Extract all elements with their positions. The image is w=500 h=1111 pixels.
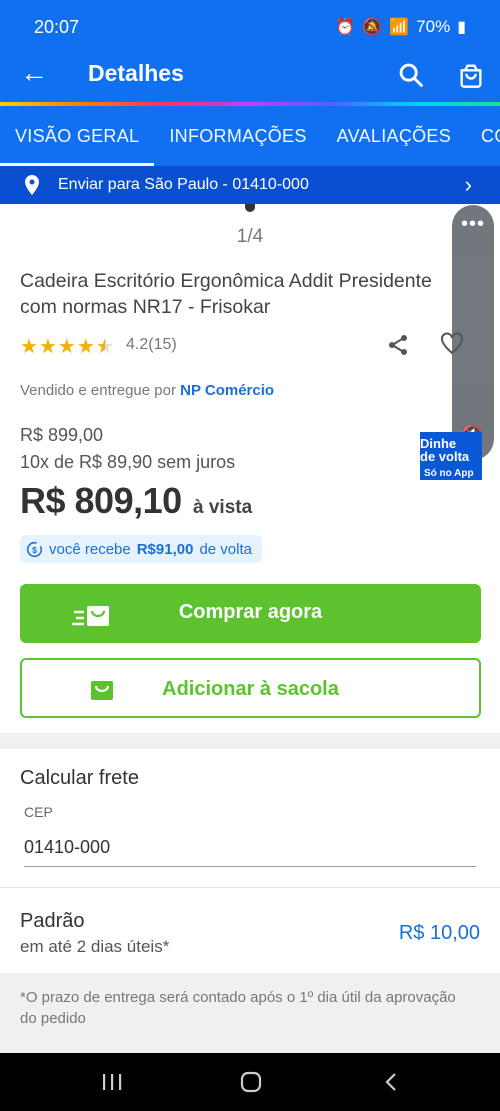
seller-link[interactable]: NP Comércio xyxy=(180,382,274,399)
svg-text:$: $ xyxy=(32,544,37,554)
rating-text[interactable]: 4.2(15) xyxy=(126,336,177,354)
badge-line-3: Só no App xyxy=(424,468,474,479)
section-divider xyxy=(0,733,500,749)
wifi-icon: 📶 xyxy=(389,19,410,36)
shipping-option-deadline: em até 2 dias úteis* xyxy=(20,937,170,956)
tab-informacoes[interactable]: INFORMAÇÕES xyxy=(154,106,321,166)
image-edge xyxy=(245,204,255,212)
tab-comentarios[interactable]: COM xyxy=(466,106,500,166)
battery-icon: ▮ xyxy=(457,19,466,36)
shipping-destination-label: Enviar para São Paulo - 01410-000 xyxy=(58,176,309,193)
more-options-icon[interactable]: ••• xyxy=(452,213,494,236)
badge-line-2: de volta xyxy=(420,449,470,464)
star-icon: ★ xyxy=(57,336,76,358)
cep-input[interactable]: 01410-000 xyxy=(24,837,110,858)
page-title: Detalhes xyxy=(88,60,184,86)
current-price: R$ 809,10 xyxy=(20,480,182,521)
home-icon[interactable] xyxy=(240,1071,262,1093)
cep-input-underline xyxy=(24,866,476,867)
add-to-bag-label: Adicionar à sacola xyxy=(162,678,339,700)
top-bar: 20:07 ⏰ 🔕 📶 70% ▮ ← Detalhes xyxy=(0,0,500,106)
shopping-bag-icon[interactable] xyxy=(457,61,485,89)
product-title: Cadeira Escritório Ergonômica Addit Pres… xyxy=(20,268,465,320)
system-back-icon[interactable] xyxy=(384,1072,398,1092)
app-cashback-badge[interactable]: Dinhe de volta Só no App xyxy=(420,432,482,480)
system-nav-bar xyxy=(0,1053,500,1111)
add-to-bag-button[interactable]: Adicionar à sacola xyxy=(20,658,481,718)
chevron-right-icon: › xyxy=(464,172,472,197)
shipping-option-price: R$ 10,00 xyxy=(398,922,480,944)
cashback-chip: $ você recebe R$91,00 de volta xyxy=(20,535,262,563)
search-icon[interactable] xyxy=(397,61,425,89)
star-icon: ★ xyxy=(76,336,95,358)
gallery-counter: 1/4 xyxy=(236,226,264,247)
star-icon: ★ xyxy=(20,336,38,358)
original-price: R$ 899,00 xyxy=(20,425,104,445)
seller-prefix: Vendido e entregue por xyxy=(20,382,176,399)
buy-now-button[interactable]: Comprar agora xyxy=(20,584,481,643)
location-pin-icon xyxy=(25,175,39,195)
status-time: 20:07 xyxy=(34,17,80,37)
star-icon: ★ xyxy=(38,336,57,358)
seller-info: Vendido e entregue por NP Comércio xyxy=(20,382,274,399)
price-suffix: à vista xyxy=(193,497,253,518)
delivery-note: *O prazo de entrega será contado após o … xyxy=(20,989,456,1027)
alarm-icon: ⏰ xyxy=(335,19,356,36)
battery-level: 70% xyxy=(416,17,451,36)
product-title-line-1: Cadeira Escritório Ergonômica Addit Pres… xyxy=(20,270,432,292)
product-title-line-2: com normas NR17 - Frisokar xyxy=(20,296,271,318)
tab-bar: VISÃO GERAL INFORMAÇÕES AVALIAÇÕES COM xyxy=(0,106,500,166)
cep-label: CEP xyxy=(24,804,53,820)
cashback-icon: $ xyxy=(26,541,43,557)
delivery-note-box: *O prazo de entrega será contado após o … xyxy=(0,973,500,1053)
cashback-prefix: você recebe xyxy=(49,540,131,558)
rating-stars[interactable]: ★ ★ ★ ★ ★ xyxy=(20,334,114,359)
share-icon[interactable] xyxy=(386,333,410,357)
shipping-option-title: Padrão xyxy=(20,910,85,932)
cashback-value: R$91,00 xyxy=(136,540,194,558)
back-arrow-icon[interactable]: ← xyxy=(20,58,48,88)
tab-visao-geral[interactable]: VISÃO GERAL xyxy=(0,106,155,166)
mute-icon: 🔕 xyxy=(362,19,383,36)
installment-info: 10x de R$ 89,90 sem juros xyxy=(20,452,236,472)
buy-now-label: Comprar agora xyxy=(178,601,323,623)
app-bar: ← Detalhes xyxy=(0,54,500,100)
favorite-heart-icon[interactable] xyxy=(440,331,464,357)
recent-apps-icon[interactable] xyxy=(100,1073,124,1091)
status-icons: ⏰ 🔕 📶 70% ▮ xyxy=(335,17,466,37)
shipping-destination-bar[interactable]: Enviar para São Paulo - 01410-000 › xyxy=(0,166,500,204)
freight-title: Calcular frete xyxy=(20,767,139,789)
status-bar: 20:07 ⏰ 🔕 📶 70% ▮ xyxy=(0,0,500,54)
half-star-icon: ★ xyxy=(95,336,114,358)
divider xyxy=(0,887,500,888)
cashback-suffix: de volta xyxy=(199,540,252,558)
tab-avaliacoes[interactable]: AVALIAÇÕES xyxy=(322,106,466,166)
